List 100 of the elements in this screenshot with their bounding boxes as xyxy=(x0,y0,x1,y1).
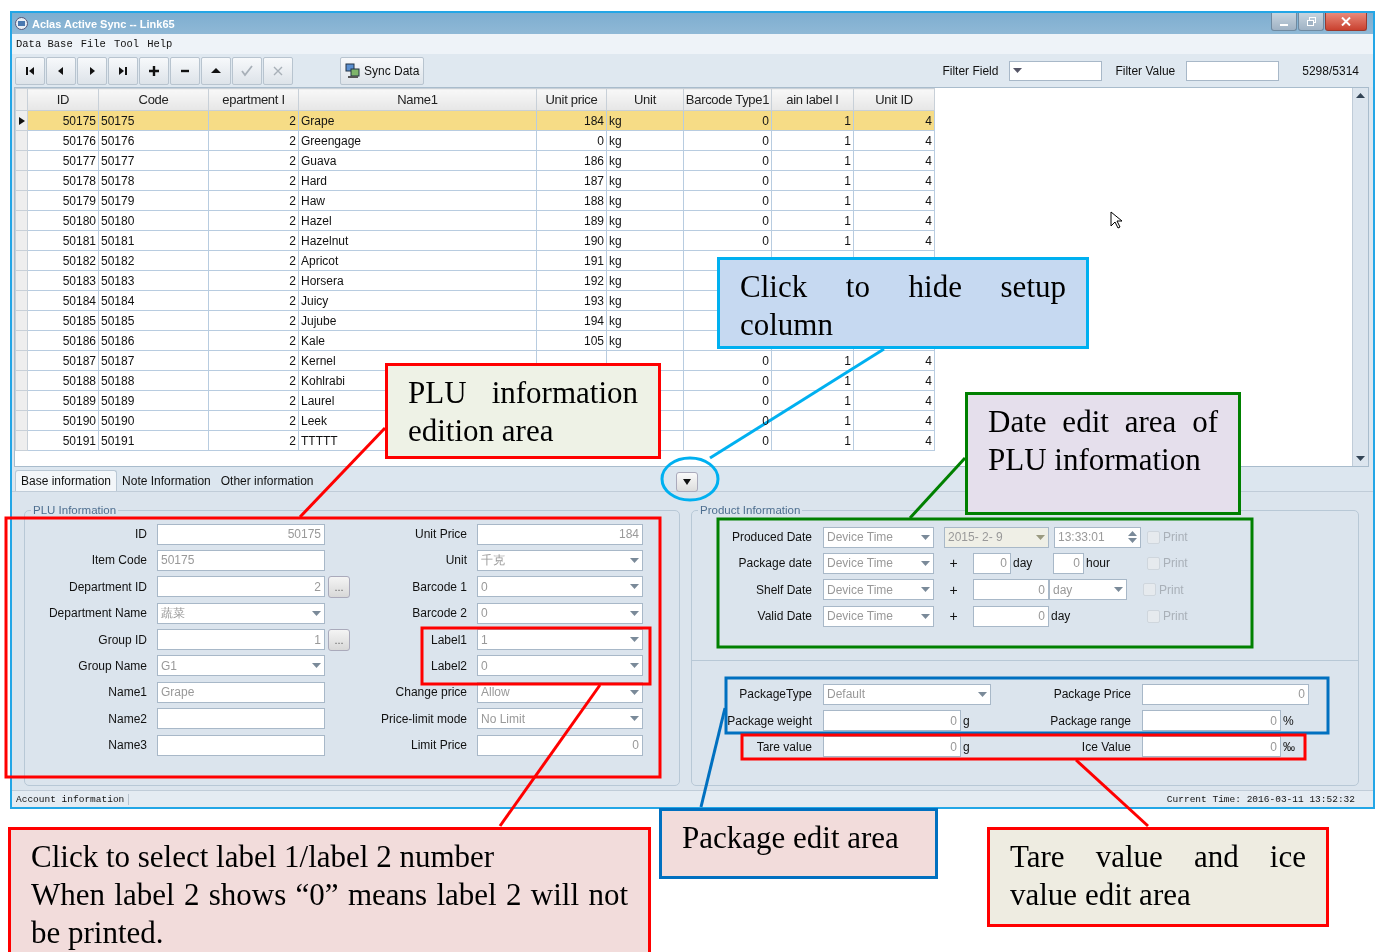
table-cell: 4 xyxy=(925,353,932,368)
input-field[interactable]: 50175 xyxy=(157,549,325,571)
minimize-button[interactable] xyxy=(1271,13,1297,31)
input-field[interactable]: 0 xyxy=(823,710,961,732)
lookup-button[interactable]: ... xyxy=(328,575,350,598)
toolbar-button[interactable] xyxy=(77,56,107,85)
table-row[interactable]: 50181 50181 2 Hazelnut 190 kg 0 1 4 xyxy=(15,230,935,251)
input-field[interactable]: 0 xyxy=(1142,710,1281,732)
field-label: Package weight xyxy=(727,713,812,728)
input-field[interactable] xyxy=(157,708,325,730)
dropdown[interactable]: No Limit xyxy=(477,708,643,730)
column-header[interactable]: Unit ID xyxy=(853,88,935,111)
table-cell: 192 xyxy=(583,273,604,288)
input-field[interactable]: 0 xyxy=(1142,683,1309,705)
table-row[interactable]: 50179 50179 2 Haw 188 kg 0 1 4 xyxy=(15,190,935,211)
input-field[interactable]: 0 xyxy=(1142,736,1281,758)
time-spinner[interactable]: 13:33:01 xyxy=(1054,526,1141,548)
dropdown[interactable]: Device Time xyxy=(823,526,934,548)
dropdown[interactable]: 0 xyxy=(477,655,643,677)
dropdown[interactable]: 千克 xyxy=(477,549,643,571)
menu-item[interactable]: Data Base xyxy=(16,38,73,50)
table-cell: 2 xyxy=(289,113,296,128)
table-cell: Guava xyxy=(301,153,337,168)
table-cell: 50181 xyxy=(101,233,135,248)
date-picker[interactable]: 2015- 2- 9 xyxy=(944,526,1049,548)
column-header[interactable]: ain label I xyxy=(771,88,854,111)
column-header[interactable]: epartment I xyxy=(208,88,299,111)
table-row[interactable]: 50180 50180 2 Hazel 189 kg 0 1 4 xyxy=(15,210,935,231)
dropdown[interactable]: 0 xyxy=(477,602,643,624)
lookup-button[interactable]: ... xyxy=(328,628,350,651)
restore-button[interactable] xyxy=(1298,13,1324,31)
tab[interactable]: Note Information xyxy=(117,470,216,491)
table-row[interactable]: 50178 50178 2 Hard 187 kg 0 1 4 xyxy=(15,170,935,191)
dropdown[interactable]: Default xyxy=(823,683,991,705)
sync-button[interactable]: Sync Data xyxy=(340,56,425,85)
column-header[interactable]: Name1 xyxy=(298,88,537,111)
dropdown-arrow-icon xyxy=(1114,587,1123,593)
dropdown-arrow-icon xyxy=(312,610,321,616)
collapse-button[interactable] xyxy=(676,472,698,492)
toolbar-button[interactable] xyxy=(108,56,138,85)
table-row[interactable]: 50175 50175 2 Grape 184 kg 0 1 4 xyxy=(15,110,935,131)
input-field[interactable]: 0 xyxy=(477,734,643,756)
input-field[interactable]: 0 xyxy=(1053,552,1084,574)
dropdown-arrow-icon xyxy=(1036,534,1045,540)
toolbar-button[interactable] xyxy=(139,56,169,85)
table-cell: 0 xyxy=(762,113,769,128)
menu-item[interactable]: Help xyxy=(147,38,173,50)
toolbar-button[interactable] xyxy=(46,56,76,85)
close-button[interactable] xyxy=(1325,13,1367,31)
group-title: PLU Information xyxy=(32,504,118,516)
table-cell: 50187 xyxy=(101,353,135,368)
toolbar-button[interactable] xyxy=(201,56,231,85)
column-header[interactable]: Code xyxy=(98,88,209,111)
input-field[interactable]: 0 xyxy=(823,736,961,758)
input-field[interactable]: 0 xyxy=(973,605,1049,627)
field-label: Shelf Date xyxy=(755,582,812,597)
input-field[interactable]: 50175 xyxy=(157,523,325,545)
dropdown[interactable]: 0 xyxy=(477,576,643,598)
filter-field-dropdown[interactable] xyxy=(1009,60,1103,81)
menu-item[interactable]: Tool xyxy=(113,38,140,50)
table-cell: Greengage xyxy=(301,133,362,148)
dropdown[interactable]: 蔬菜 xyxy=(157,602,325,624)
input-field[interactable]: 0 xyxy=(973,552,1011,574)
table-cell: Jujube xyxy=(301,313,337,328)
scrollbar[interactable] xyxy=(1352,88,1368,466)
column-header[interactable]: Unit xyxy=(606,88,684,111)
table-cell: kg xyxy=(609,173,622,188)
toolbar-button[interactable] xyxy=(15,56,45,85)
column-header[interactable]: Barcode Type1 xyxy=(683,88,772,111)
input-field[interactable]: 1 xyxy=(157,629,325,651)
table-cell: 1 xyxy=(844,153,851,168)
dropdown[interactable]: Device Time xyxy=(823,552,934,574)
dropdown[interactable]: Device Time xyxy=(823,579,934,601)
table-cell: 190 xyxy=(583,233,604,248)
table-cell: 4 xyxy=(925,393,932,408)
dropdown[interactable]: Device Time xyxy=(823,605,934,627)
table-cell: 50175 xyxy=(62,113,96,128)
column-header[interactable]: Unit price xyxy=(536,88,607,111)
field-label: Department Name xyxy=(48,606,147,621)
table-row[interactable]: 50176 50176 2 Greengage 0 kg 0 1 4 xyxy=(15,130,935,151)
menu-item[interactable]: File xyxy=(80,38,106,50)
filter-value-field[interactable] xyxy=(1186,60,1280,81)
tab[interactable]: Base information xyxy=(15,470,118,491)
input-field[interactable]: 0 xyxy=(973,579,1049,601)
dropdown[interactable]: 1 xyxy=(477,629,643,651)
column-header[interactable]: ID xyxy=(27,88,99,111)
input-field[interactable]: 2 xyxy=(157,576,325,598)
table-cell: 2 xyxy=(289,253,296,268)
table-cell: 1 xyxy=(844,393,851,408)
dropdown[interactable]: day xyxy=(1049,579,1127,601)
input-field[interactable] xyxy=(157,734,325,756)
input-field[interactable]: Grape xyxy=(157,681,325,703)
input-field[interactable]: 184 xyxy=(477,523,643,545)
tab[interactable]: Other information xyxy=(215,470,319,491)
group-title: Product Information xyxy=(699,504,802,516)
field-label: Limit Price xyxy=(411,738,467,753)
dropdown-arrow-icon xyxy=(921,560,930,566)
table-row[interactable]: 50177 50177 2 Guava 186 kg 0 1 4 xyxy=(15,150,935,171)
dropdown-arrow-icon xyxy=(978,691,987,697)
dropdown[interactable]: G1 xyxy=(157,655,325,677)
